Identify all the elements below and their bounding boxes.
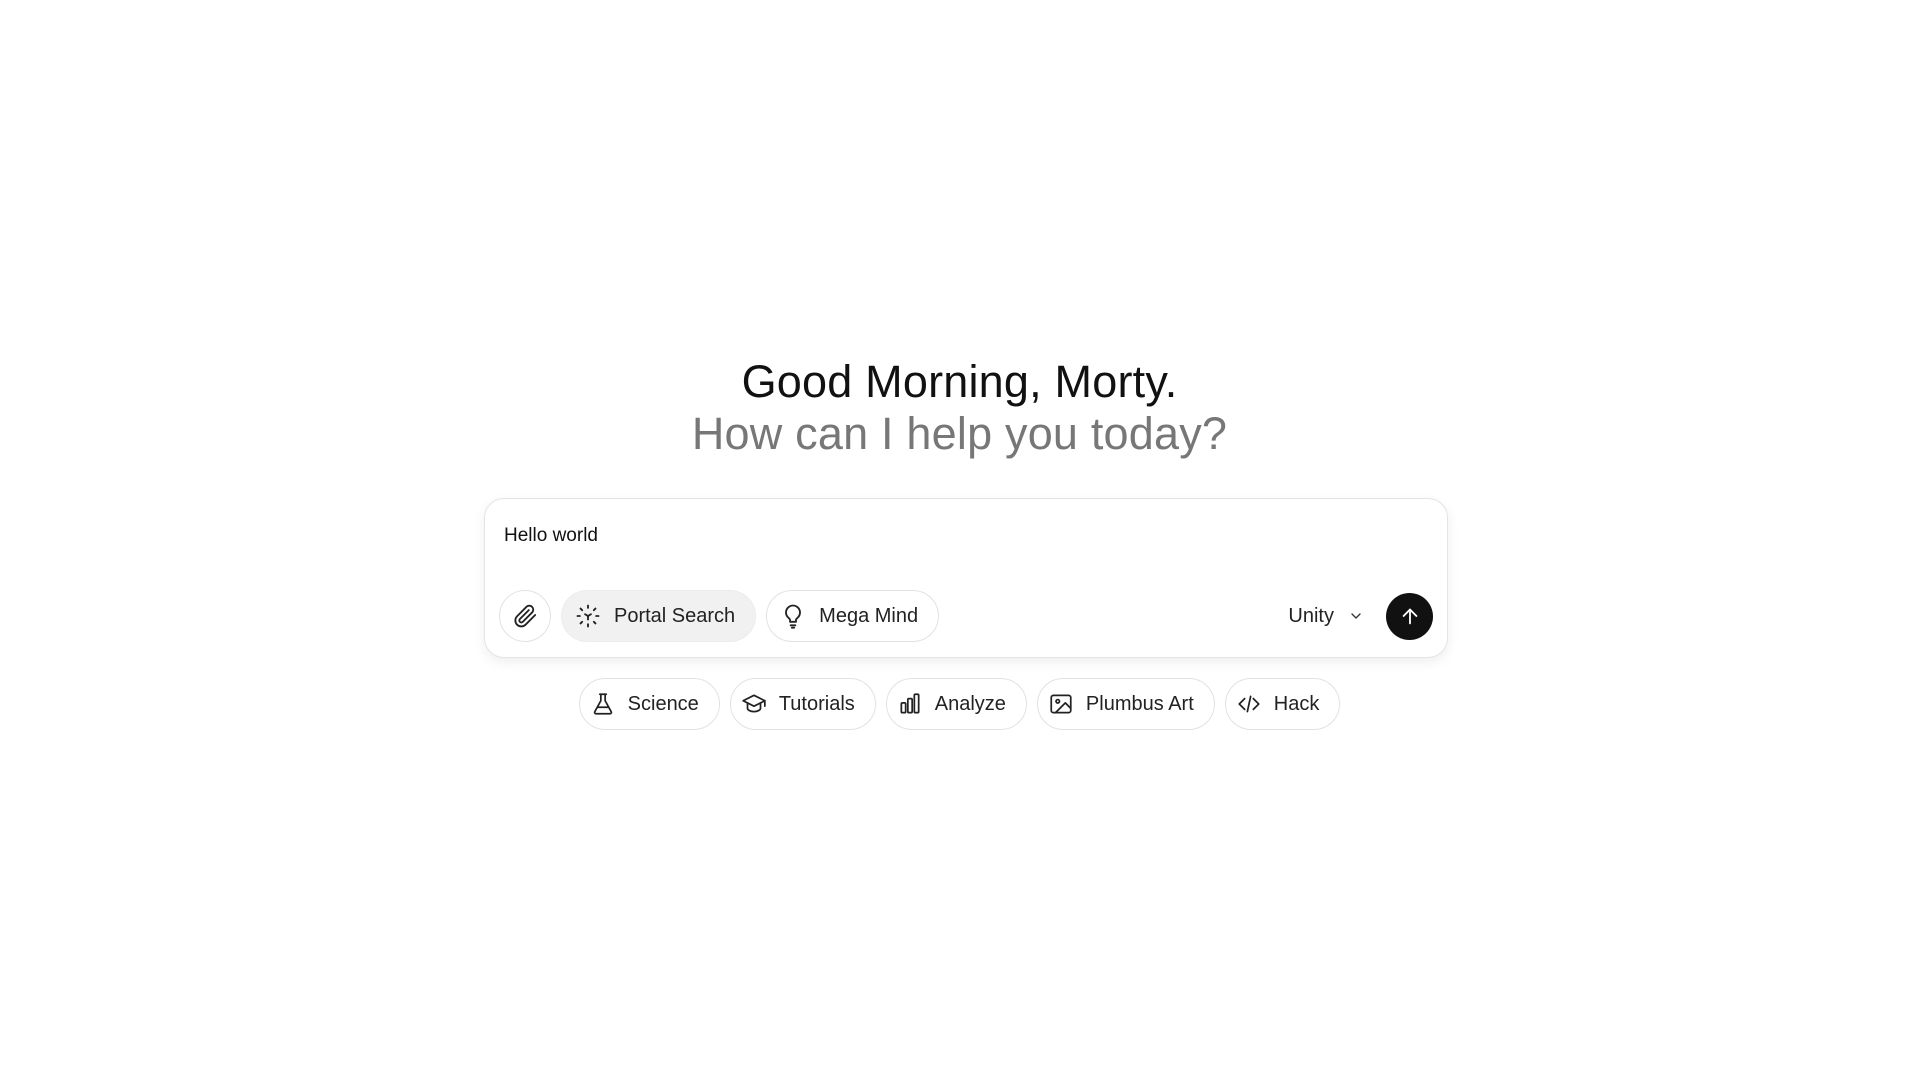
portal-search-icon [574,602,602,630]
chip-hack[interactable]: Hack [1224,678,1341,730]
chip-plumbus-art[interactable]: Plumbus Art [1036,678,1215,730]
chip-analyze-label: Analyze [934,692,1006,715]
composer: Portal Search Mega Mind Unity [484,498,1448,658]
greeting: Good Morning, Morty. How can I help you … [0,356,1919,460]
lightbulb-icon [779,602,807,630]
model-selector-label: Unity [1288,604,1334,627]
mega-mind-button[interactable]: Mega Mind [766,590,940,642]
suggestion-chips: Science Tutorials Analyze Plumbus Art Ha… [0,678,1919,730]
flask-icon [590,691,616,717]
image-icon [1048,691,1074,717]
mega-mind-label: Mega Mind [819,604,919,627]
arrow-up-icon [1399,605,1421,627]
graduation-cap-icon [741,691,767,717]
greeting-subtitle: How can I help you today? [691,408,1228,459]
page: Good Morning, Morty. How can I help you … [0,0,1919,1079]
bar-chart-icon [897,691,923,717]
composer-toolbar: Portal Search Mega Mind Unity [499,590,1433,642]
chip-tutorials-label: Tutorials [778,692,855,715]
portal-search-label: Portal Search [614,604,736,627]
attach-button[interactable] [499,590,551,642]
send-button[interactable] [1386,592,1433,640]
code-icon [1236,691,1262,717]
chip-hack-label: Hack [1273,692,1320,715]
chip-science-label: Science [627,692,699,715]
greeting-title: Good Morning, Morty. [741,356,1178,407]
chip-tutorials[interactable]: Tutorials [729,678,876,730]
chevron-down-icon [1348,608,1364,624]
chip-analyze[interactable]: Analyze [885,678,1027,730]
prompt-input[interactable] [504,525,1404,547]
paperclip-icon [512,603,538,629]
portal-search-button[interactable]: Portal Search [561,590,757,642]
chip-science[interactable]: Science [578,678,720,730]
chip-plumbus-art-label: Plumbus Art [1085,692,1194,715]
model-selector[interactable]: Unity [1288,605,1364,628]
